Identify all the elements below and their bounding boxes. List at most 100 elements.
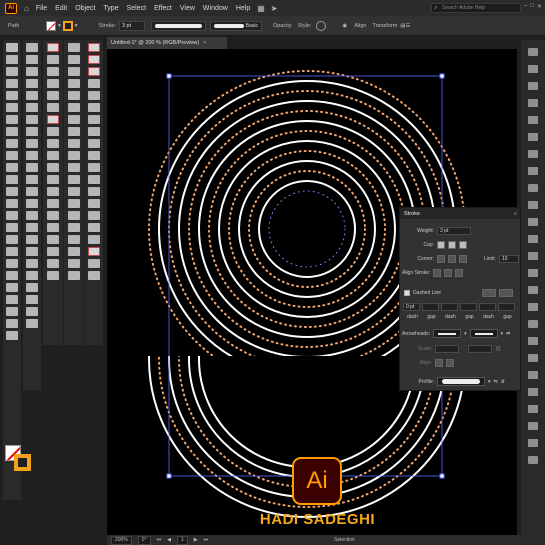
transparency-panel-icon[interactable] [528, 201, 538, 209]
tool-preset-icon[interactable] [88, 211, 100, 220]
chevron-down-icon[interactable]: ▾ [501, 331, 504, 337]
slice-tool-icon[interactable] [6, 295, 18, 304]
tool-preset-icon[interactable] [88, 247, 100, 256]
pencil-tool-icon[interactable] [26, 79, 38, 88]
more-tools-icon[interactable] [6, 331, 18, 340]
gap-field-2[interactable] [460, 303, 477, 311]
tool-preset-icon[interactable] [47, 151, 59, 160]
panel-menu-icon[interactable]: ≡ [514, 211, 517, 217]
round-cap-button[interactable] [448, 241, 456, 249]
gap-field-1[interactable] [422, 303, 439, 311]
chevron-down-icon[interactable]: ▾ [75, 23, 78, 29]
scissors-tool-icon[interactable] [26, 103, 38, 112]
opacity-label[interactable]: Opacity [270, 23, 295, 29]
column-graph-tool-icon[interactable] [26, 175, 38, 184]
variable-width-profile[interactable] [150, 20, 206, 31]
end-arrowhead-select[interactable] [469, 329, 498, 338]
tool-preset-icon[interactable] [47, 91, 59, 100]
stroke-color-swatch[interactable] [14, 454, 31, 471]
stroke-label[interactable]: Stroke: [96, 23, 119, 29]
pathfinder-panel-icon[interactable] [528, 269, 538, 277]
stroke-swatch[interactable] [62, 20, 73, 31]
default-colors-icon[interactable] [26, 307, 38, 316]
start-scale-field[interactable] [435, 345, 459, 353]
arrow-tip-extend-button[interactable] [435, 359, 443, 367]
align-link[interactable]: Align [351, 23, 369, 29]
tool-preset-icon[interactable] [88, 55, 100, 64]
history-panel-icon[interactable] [528, 422, 538, 430]
magic-wand-tool-icon[interactable] [6, 55, 18, 64]
tool-preset-icon[interactable] [88, 163, 100, 172]
align-panel-icon[interactable] [528, 252, 538, 260]
tool-preset-icon[interactable] [47, 235, 59, 244]
flip-along-icon[interactable]: ⇋ [494, 379, 498, 385]
tool-preset-icon[interactable] [88, 103, 100, 112]
tool-preset-icon[interactable] [47, 55, 59, 64]
direct-selection-tool-icon[interactable] [26, 43, 38, 52]
transform-link[interactable]: Transform [369, 23, 400, 29]
align-center-button[interactable] [433, 269, 442, 277]
menu-type[interactable]: Type [99, 5, 122, 12]
edit-toolbar-icon[interactable] [26, 247, 38, 256]
artboard-tool-icon[interactable] [6, 283, 18, 292]
gradient-panel-icon[interactable] [528, 184, 538, 192]
fill-swatch[interactable] [46, 20, 56, 31]
brushes-panel-icon[interactable] [528, 133, 538, 141]
tool-preset-icon[interactable] [68, 211, 80, 220]
artboards-panel-icon[interactable] [528, 354, 538, 362]
tool-preset-icon[interactable] [47, 247, 59, 256]
symbols-panel-icon[interactable] [528, 150, 538, 158]
recolor-icon[interactable]: ◉ [342, 23, 347, 29]
paintbrush-tool-icon[interactable] [6, 115, 18, 124]
measure-tool-icon[interactable] [26, 163, 38, 172]
graph-tool-icon[interactable] [6, 271, 18, 280]
menu-select[interactable]: Select [123, 5, 150, 12]
artboard-number[interactable]: 1 [176, 535, 188, 545]
swap-colors-icon[interactable] [26, 295, 38, 304]
navigator-panel-icon[interactable] [528, 405, 538, 413]
swatches-panel-icon[interactable] [528, 116, 538, 124]
menu-help[interactable]: Help [232, 5, 254, 12]
transform-panel-icon[interactable] [528, 286, 538, 294]
menu-window[interactable]: Window [199, 5, 232, 12]
maximize-icon[interactable]: □ [530, 3, 534, 10]
stroke-tool-icon[interactable] [26, 235, 38, 244]
dash-field-2[interactable] [441, 303, 458, 311]
dash-field-3[interactable] [479, 303, 496, 311]
zoom-tool-icon[interactable] [6, 319, 18, 328]
menu-object[interactable]: Object [71, 5, 99, 12]
menu-view[interactable]: View [176, 5, 199, 12]
preserve-dash-button[interactable] [482, 289, 497, 297]
tool-preset-icon[interactable] [68, 79, 80, 88]
menu-effect[interactable]: Effect [150, 5, 176, 12]
link-scale-icon[interactable]: ⛓ [495, 346, 501, 352]
tool-preset-icon[interactable] [68, 115, 80, 124]
width-tool-icon[interactable] [6, 163, 18, 172]
align-outside-button[interactable] [455, 269, 464, 277]
perspective-grid-tool-icon[interactable] [6, 199, 18, 208]
align-inside-button[interactable] [444, 269, 453, 277]
blend-tool-icon[interactable] [6, 247, 18, 256]
next-artboard-icon[interactable]: ▶ [194, 537, 198, 543]
home-icon[interactable]: ⌂ [21, 4, 32, 13]
projecting-cap-button[interactable] [459, 241, 467, 249]
workspace-icon[interactable]: ▦ [254, 4, 268, 13]
minimize-icon[interactable]: – [524, 3, 527, 10]
tool-preset-icon[interactable] [68, 139, 80, 148]
tool-preset-icon[interactable] [68, 151, 80, 160]
print-tiling-tool-icon[interactable] [26, 211, 38, 220]
zoom-select[interactable]: 200% [111, 535, 132, 545]
align-dash-button[interactable] [499, 289, 514, 297]
tool-preset-icon[interactable] [47, 259, 59, 268]
mesh-tool-icon[interactable] [6, 211, 18, 220]
tool-preset-icon[interactable] [47, 199, 59, 208]
menu-edit[interactable]: Edit [51, 5, 71, 12]
butt-cap-button[interactable] [437, 241, 445, 249]
links-panel-icon[interactable] [528, 337, 538, 345]
scale-tool-icon[interactable] [26, 115, 38, 124]
swap-arrowheads-icon[interactable]: ⇄ [506, 331, 510, 337]
style-label[interactable]: Style: [295, 23, 315, 29]
more-options-icon[interactable]: ☰ [406, 23, 411, 29]
tool-preset-icon[interactable] [47, 43, 59, 52]
type-tool-icon[interactable] [26, 67, 38, 76]
